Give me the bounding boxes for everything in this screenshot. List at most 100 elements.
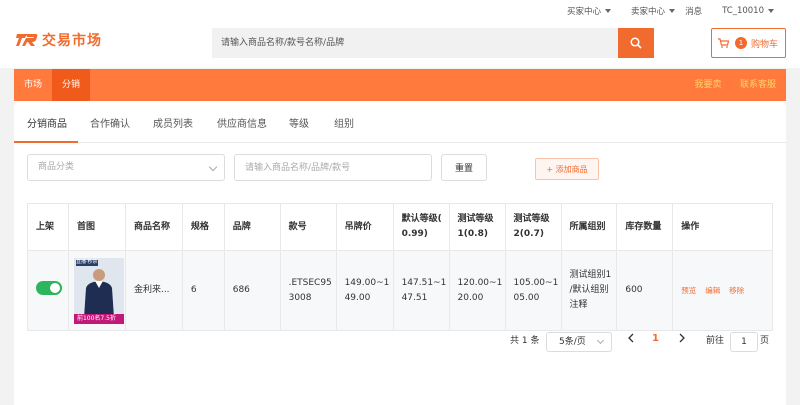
next-page-button[interactable] xyxy=(679,333,685,346)
style-no-line1: .ETSEC95 xyxy=(288,277,332,288)
page-size-value: 5条/页 xyxy=(559,337,586,347)
default-level-line1: 147.51~1 xyxy=(401,277,447,288)
search-icon xyxy=(630,37,642,49)
goto-page-input[interactable] xyxy=(730,332,758,352)
col-header-brand: 品牌 xyxy=(224,203,281,251)
col-header-name: 商品名称 xyxy=(125,203,183,251)
page-suffix: 页 xyxy=(760,336,770,346)
price-line2: 49.00 xyxy=(344,292,371,303)
page-size-select[interactable]: 5条/页 xyxy=(546,332,612,352)
username: TC_10010 xyxy=(722,6,764,16)
seller-center-label: 卖家中心 xyxy=(631,7,666,17)
tab-distribution-products[interactable]: 分销商品 xyxy=(27,115,67,130)
listed-toggle[interactable] xyxy=(36,280,62,295)
col-header-image: 首图 xyxy=(68,203,126,251)
cell-style-no: .ETSEC95 3008 xyxy=(280,250,337,331)
cell-price: 149.00~1 49.00 xyxy=(336,250,394,331)
cell-test-level-2: 105.00~1 05.00 xyxy=(505,250,562,331)
cell-actions: 预览 编辑 移除 xyxy=(672,250,773,331)
nav-item-market[interactable]: 市场 xyxy=(14,69,52,101)
remove-link[interactable]: 移除 xyxy=(729,286,744,295)
product-thumbnail[interactable]: 直播·秒杀 前100名7.5折 xyxy=(73,257,124,324)
content-panel: 分销商品 合作确认 成员列表 供应商信息 等级 组别 商品分类 重置 + 添加商… xyxy=(14,101,786,405)
chevron-down-icon xyxy=(208,162,218,172)
cart-button[interactable]: 1 购物车 xyxy=(711,28,786,58)
default-level-line2: 47.51 xyxy=(401,292,428,303)
reset-button[interactable]: 重置 xyxy=(441,154,487,181)
cell-stock: 600 xyxy=(616,250,674,331)
chevron-down-icon xyxy=(596,336,605,345)
buyer-center-link[interactable]: 买家中心 xyxy=(557,5,612,17)
group-line1: 测试组别1 xyxy=(569,270,612,280)
nav-item-distribution[interactable]: 分销 xyxy=(52,69,90,101)
logo-text: 交易市场 xyxy=(42,33,102,49)
pagination-total: 共 1 条 xyxy=(510,336,540,346)
search-input[interactable] xyxy=(212,28,618,58)
cart-count-badge: 1 xyxy=(735,37,747,49)
test-level-1-line1: 120.00~1 xyxy=(457,277,503,288)
col-header-actions: 操作 xyxy=(672,203,773,251)
col-header-test-level-1-line1: 测试等级 xyxy=(457,214,494,224)
messages-link[interactable]: 消息 xyxy=(685,5,702,17)
cell-spec: 6 xyxy=(182,250,225,331)
chevron-down-icon xyxy=(669,9,676,13)
nav-item-sell[interactable]: 我要卖 xyxy=(690,69,726,101)
nav-item-contact[interactable]: 联系客服 xyxy=(736,69,780,101)
tab-groups[interactable]: 组别 xyxy=(334,115,354,130)
test-level-2-line2: 05.00 xyxy=(513,292,540,303)
current-page[interactable]: 1 xyxy=(652,333,659,344)
col-header-test-level-2-line2: 2(0.7) xyxy=(513,229,544,239)
col-header-listed: 上架 xyxy=(27,203,69,251)
col-header-group: 所属组别 xyxy=(561,203,618,251)
col-header-default-level-line2: 0.99) xyxy=(401,229,428,239)
thumb-badge: 直播·秒杀 xyxy=(75,258,98,265)
tab-bar: 分销商品 合作确认 成员列表 供应商信息 等级 组别 xyxy=(14,101,786,143)
col-header-default-level: 默认等级( 0.99) xyxy=(393,203,450,251)
table-row: 直播·秒杀 前100名7.5折 金利来... 6 686 .ETSEC95 300… xyxy=(27,250,773,331)
search-bar xyxy=(212,28,654,58)
cart-icon xyxy=(718,38,729,48)
user-menu[interactable]: TC_10010 xyxy=(712,5,774,17)
header: 交易市场 1 购物车 xyxy=(0,22,800,68)
tab-supplier-info[interactable]: 供应商信息 xyxy=(217,115,267,130)
category-placeholder: 商品分类 xyxy=(38,162,75,172)
chevron-down-icon xyxy=(605,9,612,13)
style-no-line2: 3008 xyxy=(288,292,312,303)
product-search-input[interactable] xyxy=(234,154,432,181)
logo[interactable]: 交易市场 xyxy=(16,30,102,50)
top-bar: 买家中心 卖家中心 消息 TC_10010 xyxy=(0,0,800,22)
cart-label: 购物车 xyxy=(751,39,779,50)
chevron-down-icon xyxy=(768,9,774,13)
tab-member-list[interactable]: 成员列表 xyxy=(153,115,193,130)
preview-link[interactable]: 预览 xyxy=(681,286,696,295)
category-select[interactable]: 商品分类 xyxy=(27,154,225,181)
add-product-button[interactable]: + 添加商品 xyxy=(535,158,599,180)
table-header-row: 上架 首图 商品名称 规格 品牌 款号 吊牌价 默认等级(0.99) 测试等级 1… xyxy=(27,203,773,251)
group-line2: /默认组别 xyxy=(569,285,609,295)
edit-link[interactable]: 编辑 xyxy=(705,286,720,295)
cell-name: 金利来... xyxy=(125,250,183,331)
prev-page-button[interactable] xyxy=(628,333,634,346)
test-level-2-line1: 105.00~1 xyxy=(513,277,559,288)
goto-label: 前往 xyxy=(706,336,725,346)
search-button[interactable] xyxy=(618,28,654,58)
cell-brand: 686 xyxy=(224,250,281,331)
col-header-spec: 规格 xyxy=(182,203,225,251)
seller-center-link[interactable]: 卖家中心 xyxy=(621,5,676,17)
col-header-test-level-2: 测试等级 2(0.7) xyxy=(505,203,562,251)
col-header-test-level-1-line2: 1(0.8) xyxy=(457,229,488,239)
product-table: 上架 首图 商品名称 规格 品牌 款号 吊牌价 默认等级(0.99) 测试等级 1… xyxy=(27,203,773,331)
col-header-default-level-line1: 默认等级( xyxy=(401,214,442,224)
cell-image: 直播·秒杀 前100名7.5折 xyxy=(68,250,126,331)
cell-default-level: 147.51~1 47.51 xyxy=(393,250,450,331)
chevron-right-icon xyxy=(679,333,685,343)
col-header-test-level-2-line1: 测试等级 xyxy=(513,214,550,224)
col-header-test-level-1: 测试等级 1(0.8) xyxy=(449,203,506,251)
test-level-1-line2: 20.00 xyxy=(457,292,484,303)
col-header-style-no: 款号 xyxy=(280,203,337,251)
tab-cooperation-confirm[interactable]: 合作确认 xyxy=(90,115,130,130)
buyer-center-label: 买家中心 xyxy=(567,7,602,17)
logo-icon xyxy=(16,32,38,48)
tab-levels[interactable]: 等级 xyxy=(289,115,309,130)
active-tab-indicator xyxy=(14,141,78,143)
